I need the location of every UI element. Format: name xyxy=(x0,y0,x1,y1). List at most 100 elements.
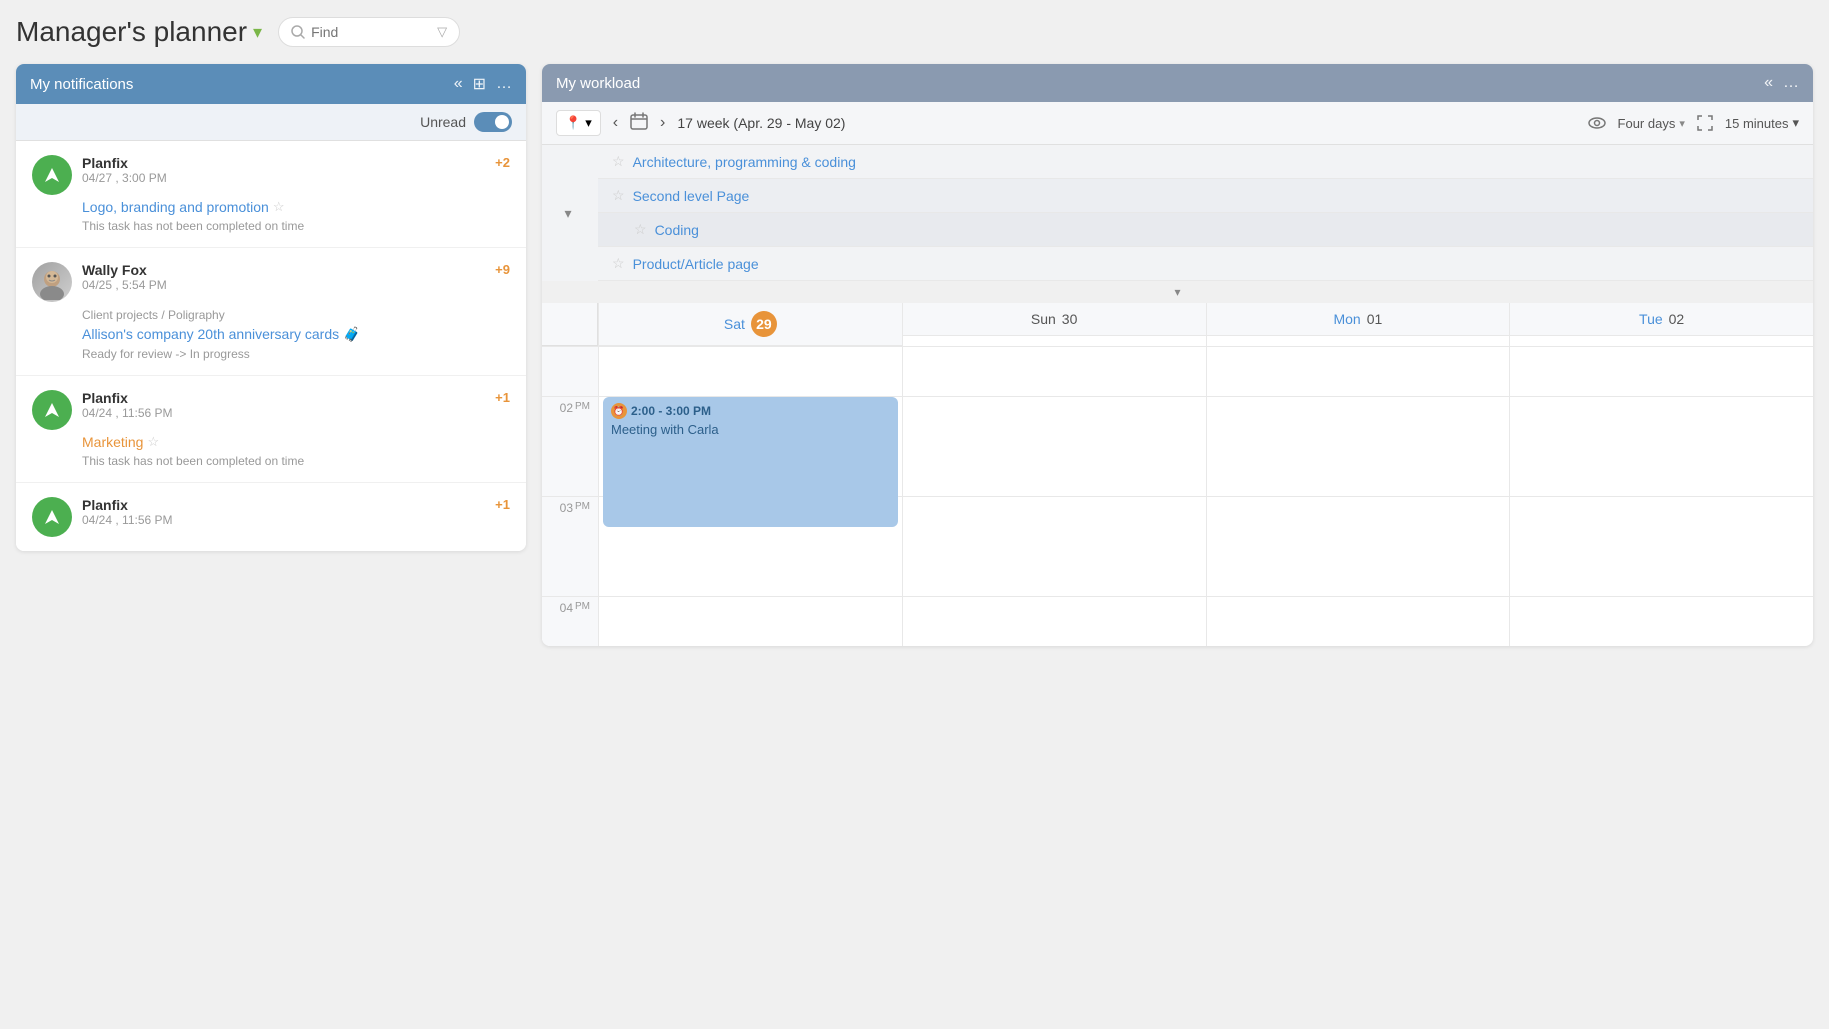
notifications-collapse-btn[interactable]: « xyxy=(454,75,463,93)
time-cell-03pm: 03 PM xyxy=(542,496,598,596)
day-name-tue: Tue xyxy=(1639,311,1663,327)
day-col-tue: Tue 02 xyxy=(1509,303,1813,346)
unread-label: Unread xyxy=(420,114,466,130)
day-header-tue: Tue 02 xyxy=(1510,303,1813,336)
expand-icon xyxy=(1697,115,1713,131)
day-name-mon: Mon xyxy=(1333,311,1360,327)
notif-count-3: +1 xyxy=(495,390,510,405)
task-collapse-row[interactable]: ▾ xyxy=(542,281,1813,303)
day-headers: Sat 29 Sun 30 Mon 01 xyxy=(542,303,1813,346)
notification-card-2: Wally Fox 04/25 , 5:54 PM +9 Client proj… xyxy=(16,248,526,376)
search-input[interactable] xyxy=(311,24,431,40)
day-num-sat: 29 xyxy=(751,311,777,337)
notif-status-2: Ready for review -> In progress xyxy=(82,347,510,361)
workload-title: My workload xyxy=(556,75,640,92)
event-time-label: ⏰ 2:00 - 3:00 PM xyxy=(611,403,890,419)
time-header-cell xyxy=(542,303,598,346)
view-selector[interactable]: Four days ▾ xyxy=(1618,116,1685,131)
notification-card-3: Planfix 04/24 , 11:56 PM +1 Marketing ☆ … xyxy=(16,376,526,483)
day-num-mon: 01 xyxy=(1367,311,1383,327)
unread-bar: Unread xyxy=(16,104,526,141)
event-clock-icon: ⏰ xyxy=(611,403,627,419)
notifications-panel: My notifications « ⊞ … Unread Planfix xyxy=(16,64,526,551)
notifications-title: My notifications xyxy=(30,76,133,93)
week-label: 17 week (Apr. 29 - May 02) xyxy=(677,115,845,131)
unread-toggle[interactable] xyxy=(474,112,512,132)
notif-task-3[interactable]: Marketing ☆ xyxy=(82,434,510,450)
task-star-1[interactable]: ☆ xyxy=(612,153,625,170)
calendar-section: Sat 29 Sun 30 Mon 01 xyxy=(542,303,1813,646)
event-title: Meeting with Carla xyxy=(611,422,890,437)
day-cell-sun-04 xyxy=(903,596,1206,646)
notifications-grid-btn[interactable]: ⊞ xyxy=(473,74,486,94)
workload-more-btn[interactable]: … xyxy=(1783,74,1799,92)
task-name-4: Product/Article page xyxy=(633,256,759,272)
time-selector[interactable]: 15 minutes ▾ xyxy=(1725,115,1799,131)
day-cell-sun-empty xyxy=(903,346,1206,396)
star-icon-1[interactable]: ☆ xyxy=(273,199,285,215)
calendar-btn[interactable] xyxy=(630,112,648,135)
avatar-planfix-4 xyxy=(32,497,72,537)
notif-sender-3: Planfix xyxy=(82,390,485,406)
eye-icon xyxy=(1588,116,1606,130)
view-chevron: ▾ xyxy=(1679,117,1685,130)
filter-icon[interactable]: ▽ xyxy=(437,24,447,40)
time-column: 02 PM 03 PM 04 PM xyxy=(542,346,598,646)
notif-count-1: +2 xyxy=(495,155,510,170)
day-col-sun: Sun 30 xyxy=(902,303,1206,346)
notif-task-2[interactable]: Allison's company 20th anniversary cards… xyxy=(82,326,510,343)
event-meeting-carla[interactable]: ⏰ 2:00 - 3:00 PM Meeting with Carla xyxy=(603,397,898,527)
task-row-4[interactable]: ☆ Product/Article page xyxy=(598,247,1813,281)
next-week-btn[interactable]: › xyxy=(656,112,669,134)
notif-meta-1: Planfix 04/27 , 3:00 PM xyxy=(82,155,485,185)
day-num-tue: 02 xyxy=(1669,311,1685,327)
time-cell-04pm: 04 PM xyxy=(542,596,598,646)
notif-count-4: +1 xyxy=(495,497,510,512)
day-col-mon: Mon 01 xyxy=(1206,303,1510,346)
task-name-2: Second level Page xyxy=(633,188,750,204)
workload-header-actions: « … xyxy=(1764,74,1799,92)
calendar-body: 02 PM 03 PM 04 PM xyxy=(542,346,1813,646)
workload-collapse-btn[interactable]: « xyxy=(1764,74,1773,92)
location-button[interactable]: 📍 ▾ xyxy=(556,110,601,136)
time-label-04: 04 xyxy=(560,601,573,615)
notification-card-1: Planfix 04/27 , 3:00 PM +2 Logo, brandin… xyxy=(16,141,526,248)
day-cell-mon-04 xyxy=(1207,596,1510,646)
left-collapse-arrow[interactable]: ▾ xyxy=(564,205,571,222)
avatar-planfix-1 xyxy=(32,155,72,195)
day-cell-mon-03 xyxy=(1207,496,1510,596)
notifications-header-actions: « ⊞ … xyxy=(454,74,512,94)
task-star-3[interactable]: ☆ xyxy=(634,221,647,238)
app-title-chevron[interactable]: ▾ xyxy=(253,22,262,43)
search-icon xyxy=(291,25,305,39)
day-name-sat: Sat xyxy=(724,316,745,332)
calendar-col-sun xyxy=(902,346,1206,646)
task-row-2[interactable]: ☆ Second level Page xyxy=(598,179,1813,213)
notif-sender-2: Wally Fox xyxy=(82,262,485,278)
calendar-col-tue xyxy=(1509,346,1813,646)
day-cell-mon-02 xyxy=(1207,396,1510,496)
notifications-more-btn[interactable]: … xyxy=(496,75,512,93)
task-row-1[interactable]: ☆ Architecture, programming & coding xyxy=(598,145,1813,179)
day-cell-sat-empty xyxy=(599,346,902,396)
notif-task-1[interactable]: Logo, branding and promotion ☆ xyxy=(82,199,510,215)
notif-count-2: +9 xyxy=(495,262,510,277)
main-layout: My notifications « ⊞ … Unread Planfix xyxy=(16,64,1813,646)
task-star-2[interactable]: ☆ xyxy=(612,187,625,204)
notif-top-1: Planfix 04/27 , 3:00 PM +2 xyxy=(32,155,510,195)
star-icon-3[interactable]: ☆ xyxy=(147,434,159,450)
time-cell-02pm: 02 PM xyxy=(542,396,598,496)
notif-top-4: Planfix 04/24 , 11:56 PM +1 xyxy=(32,497,510,537)
notif-meta-2: Wally Fox 04/25 , 5:54 PM xyxy=(82,262,485,292)
notif-breadcrumb-2: Client projects / Poligraphy xyxy=(82,308,510,322)
task-star-4[interactable]: ☆ xyxy=(612,255,625,272)
pm-label-03: PM xyxy=(575,501,590,512)
prev-week-btn[interactable]: ‹ xyxy=(609,112,622,134)
notif-sender-4: Planfix xyxy=(82,497,485,513)
day-cell-tue-02 xyxy=(1510,396,1813,496)
task-row-3[interactable]: ☆ Coding xyxy=(598,213,1813,247)
notif-sender-1: Planfix xyxy=(82,155,485,171)
calendar-col-mon xyxy=(1206,346,1510,646)
day-cell-tue-03 xyxy=(1510,496,1813,596)
notif-top-2: Wally Fox 04/25 , 5:54 PM +9 xyxy=(32,262,510,302)
